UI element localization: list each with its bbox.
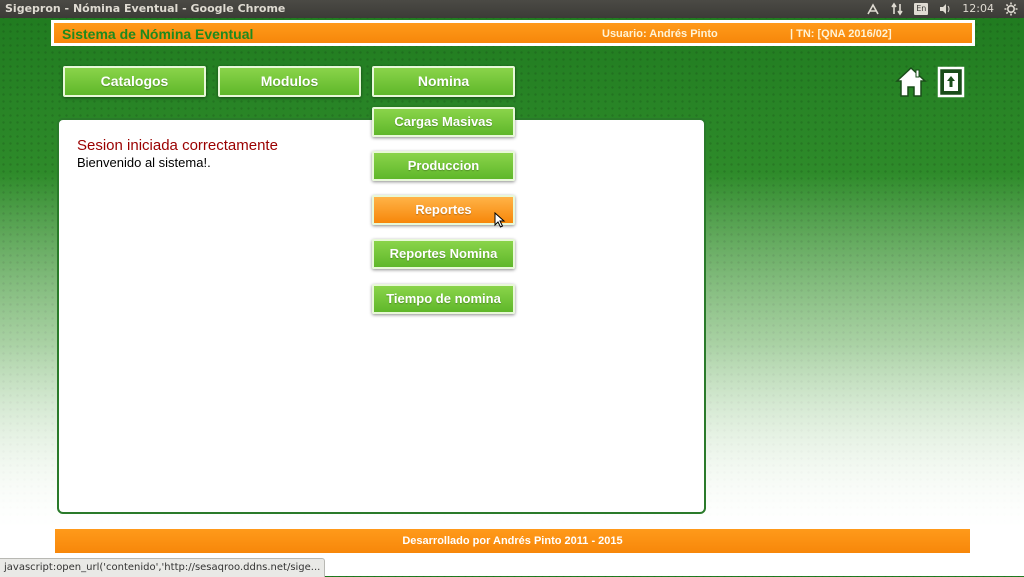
payroll-period: | TN: [QNA 2016/02] — [790, 28, 892, 40]
app-title: Sistema de Nómina Eventual — [62, 26, 254, 42]
session-message-title: Sesion iniciada correctamente — [77, 137, 278, 154]
window-title: Sigepron - Nómina Eventual - Google Chro… — [5, 2, 286, 15]
current-user: Usuario: Andrés Pinto — [602, 28, 718, 40]
menu-item-cargas-masivas[interactable]: Cargas Masivas — [372, 107, 515, 137]
nav-nomina-button[interactable]: Nomina — [372, 66, 515, 97]
settings-gear-icon[interactable] — [1004, 2, 1018, 16]
clock[interactable]: 12:04 — [962, 0, 994, 18]
menu-item-produccion[interactable]: Produccion — [372, 151, 515, 181]
app-header: Sistema de Nómina Eventual Usuario: Andr… — [51, 20, 975, 46]
menu-item-tiempo-de-nomina[interactable]: Tiempo de nomina — [372, 284, 515, 314]
transfer-arrows-icon[interactable] — [890, 2, 904, 16]
os-top-bar: Sigepron - Nómina Eventual - Google Chro… — [0, 0, 1024, 18]
system-tray: En 12:04 — [866, 0, 1018, 18]
footer: Desarrollado por Andrés Pinto 2011 - 201… — [55, 529, 970, 553]
welcome-message: Bienvenido al sistema!. — [77, 155, 211, 170]
nav-catalogos-button[interactable]: Catalogos — [63, 66, 206, 97]
network-icon[interactable] — [866, 2, 880, 16]
mouse-pointer-icon — [494, 211, 506, 228]
menu-item-reportes-nomina[interactable]: Reportes Nomina — [372, 239, 515, 269]
nav-modulos-button[interactable]: Modulos — [218, 66, 361, 97]
exit-icon[interactable] — [937, 66, 965, 98]
volume-icon[interactable] — [938, 2, 952, 16]
browser-status-url: javascript:open_url('contenido','http://… — [0, 558, 326, 577]
keyboard-layout-indicator[interactable]: En — [914, 3, 929, 15]
home-icon[interactable] — [895, 66, 927, 98]
